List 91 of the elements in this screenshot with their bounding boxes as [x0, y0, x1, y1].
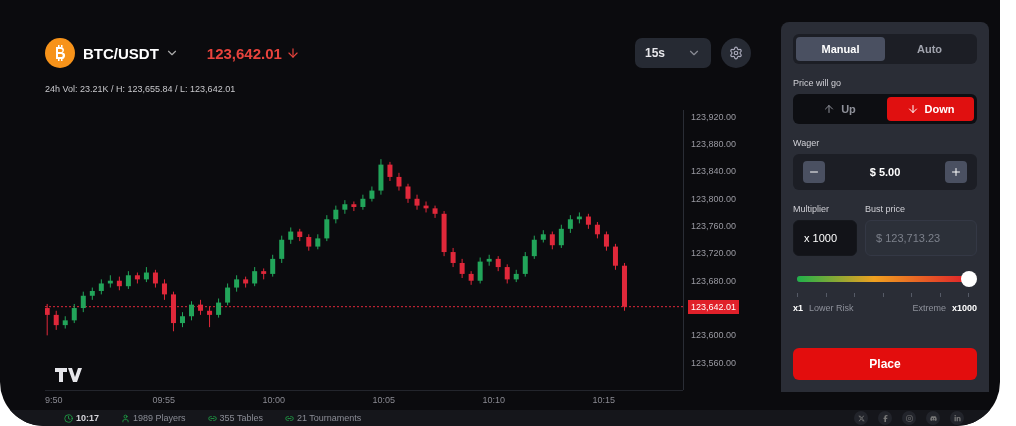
direction-button[interactable]: Up: [796, 97, 883, 121]
max-multiplier: x1000: [951, 303, 977, 313]
candlestick: [225, 282, 231, 306]
clock-icon: [64, 413, 73, 423]
person-icon: [121, 413, 131, 423]
candlestick: [414, 194, 420, 211]
status-text: 21 Tournaments: [296, 413, 362, 423]
settings-button[interactable]: [721, 38, 751, 68]
candlestick: [603, 231, 609, 252]
direction-button[interactable]: Down: [887, 97, 974, 121]
time-tick: 09:55: [152, 394, 176, 407]
social-icon[interactable]: [950, 411, 964, 425]
market-stats: 24h Vol: 23.21K / H: 123,655.84 / L: 123,642.01: [45, 84, 237, 96]
mode-tab[interactable]: Manual: [796, 37, 885, 61]
time-tick: 10:05: [372, 394, 396, 407]
candlestick: [71, 303, 77, 324]
candlestick: [531, 235, 537, 260]
price-tick: 123,600.00: [691, 329, 737, 343]
candlestick: [477, 257, 483, 284]
candlestick: [504, 263, 510, 284]
time-tick: 10:15: [592, 394, 616, 407]
chart-logo-icon: [55, 368, 82, 382]
candlestick: [369, 185, 375, 203]
candlestick: [459, 258, 465, 279]
status-text: 355 Tables: [219, 413, 263, 423]
candlestick: [468, 270, 474, 286]
social-icon[interactable]: [878, 411, 892, 425]
candlestick: [522, 251, 528, 278]
plus-icon: [950, 166, 962, 178]
pair-symbol: BTC/USDT: [83, 44, 159, 62]
interval-select[interactable]: 15s: [635, 38, 711, 68]
candlestick: [216, 297, 222, 319]
gear-icon: [729, 46, 743, 60]
candlestick: [351, 201, 357, 212]
bitcoin-coin-icon: [45, 38, 75, 68]
slider-thumb[interactable]: [961, 271, 977, 287]
candlestick: [432, 205, 438, 219]
candlestick: [270, 254, 276, 278]
place-button[interactable]: Place: [793, 348, 977, 380]
candlestick: [207, 306, 213, 328]
multiplier-label: Multiplier: [793, 204, 830, 214]
time-tick: 10:10: [482, 394, 506, 407]
current-price-label: 123,642.01: [688, 299, 740, 314]
current-price: 123,642.01: [206, 44, 300, 62]
price-tick: 123,720.00: [691, 247, 737, 261]
time-tick: 9:50: [45, 394, 63, 407]
min-risk-label: Lower Risk: [809, 303, 854, 313]
wager-field[interactable]: $ 5.00: [793, 154, 977, 190]
price-tick: 123,800.00: [691, 192, 737, 206]
candlestick: [45, 303, 50, 336]
candlestick: [450, 247, 456, 268]
price-tick: 123,920.00: [691, 110, 737, 124]
link-icon: [207, 413, 217, 423]
max-risk-label: Extreme: [912, 303, 946, 313]
candlestick: [396, 172, 402, 192]
candlestick: [80, 291, 86, 313]
candlestick: [360, 194, 366, 211]
candlestick: [161, 278, 167, 301]
wager-label: Wager: [793, 138, 821, 148]
candlestick: [252, 266, 258, 287]
candlestick: [612, 243, 618, 271]
bust-price-field[interactable]: $ 123,713.23: [865, 220, 977, 256]
price-tick: 123,680.00: [691, 274, 737, 288]
candlestick: [558, 224, 564, 249]
price-tick: 123,560.00: [691, 356, 737, 370]
social-icon[interactable]: [926, 411, 940, 425]
direction-label: Price will go: [793, 78, 842, 88]
price-tick: 123,760.00: [691, 220, 737, 234]
social-icon[interactable]: [854, 411, 868, 425]
wager-value: $ 5.00: [869, 166, 901, 178]
price-tick: 123,880.00: [691, 138, 737, 152]
multiplier-field[interactable]: x 1000: [793, 220, 857, 256]
candlestick: [279, 235, 285, 264]
candlestick: [324, 214, 330, 242]
decrease-button[interactable]: [803, 161, 825, 183]
bust-price-label: Bust price: [865, 204, 907, 214]
status-text: 1989 Players: [133, 413, 186, 423]
mode-tab[interactable]: Auto: [885, 37, 974, 61]
candlestick: [189, 300, 195, 321]
min-multiplier: x1: [793, 303, 803, 313]
time-tick: 10:00: [262, 394, 286, 407]
arrow-up-icon: [823, 103, 836, 115]
candlestick: [387, 161, 393, 182]
status-text: 10:17: [76, 413, 100, 423]
candlestick: [53, 310, 59, 331]
arrow-down-icon: [906, 103, 919, 115]
price-tick: 123,840.00: [691, 165, 737, 179]
increase-button[interactable]: [945, 161, 967, 183]
link-icon: [284, 413, 294, 423]
candlestick: [342, 199, 348, 215]
candlestick: [405, 183, 411, 204]
